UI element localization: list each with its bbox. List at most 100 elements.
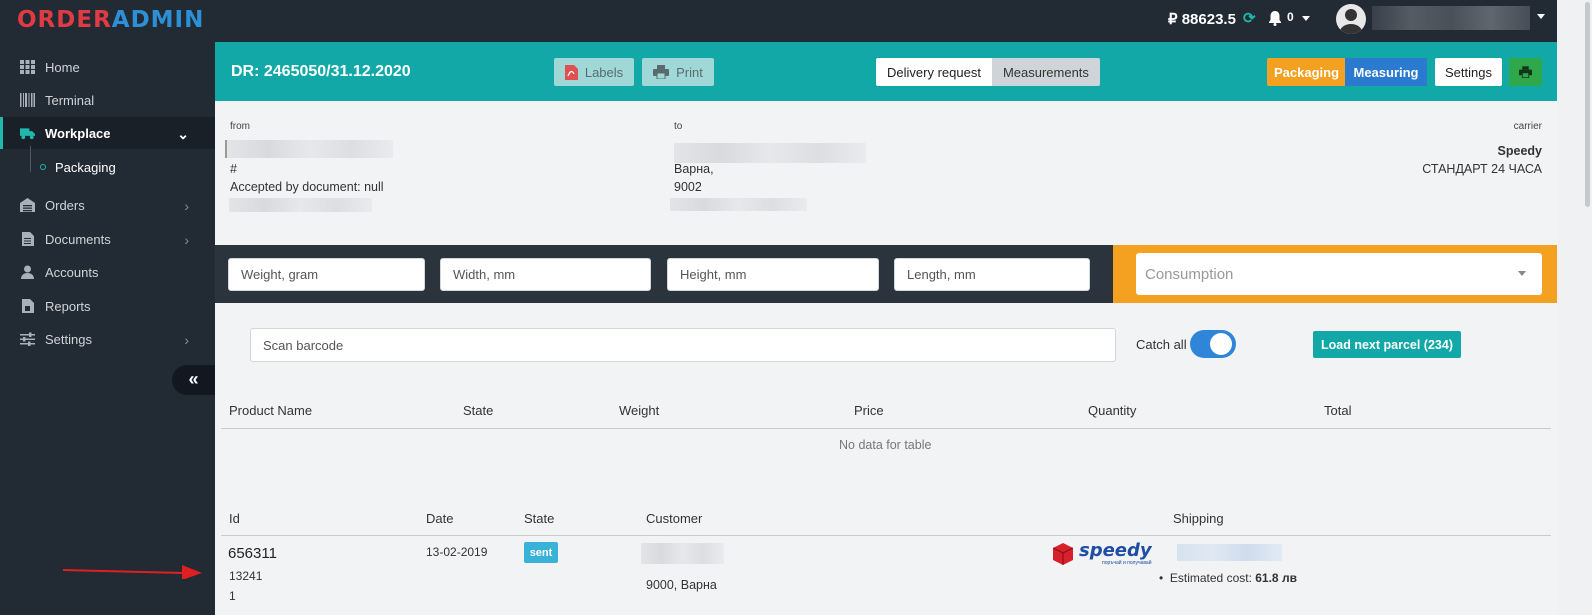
chevron-right-icon: › — [184, 332, 189, 348]
collapse-sidebar-button[interactable]: « — [172, 365, 215, 395]
estimated-cost-label: Estimated cost: — [1169, 571, 1256, 585]
username-redacted[interactable] — [1372, 6, 1530, 30]
app-logo[interactable]: ORDERADMIN — [17, 7, 204, 33]
truck-icon — [20, 128, 35, 140]
notification-count: 0 — [1287, 10, 1294, 24]
speedy-logo-cube-icon — [1053, 543, 1073, 565]
accepted-by-document: Accepted by document: null — [230, 180, 384, 194]
height-input[interactable]: Height, mm — [667, 258, 879, 291]
barcode-icon — [20, 93, 35, 107]
order-sub-id: 13241 — [229, 569, 263, 583]
tracking-redacted[interactable] — [1177, 544, 1282, 561]
column-header-customer[interactable]: Customer — [646, 511, 702, 526]
sidebar-item-label: Workplace — [45, 125, 111, 141]
tab-measurements[interactable]: Measurements — [991, 58, 1100, 86]
avatar[interactable] — [1336, 4, 1366, 34]
carrier-service: СТАНДАРТ 24 ЧАСА — [1422, 162, 1542, 176]
warehouse-icon — [20, 198, 35, 212]
catch-all-label: Catch all — [1136, 337, 1187, 352]
column-header-state[interactable]: State — [524, 511, 554, 526]
carrier-label: carrier — [1513, 121, 1542, 132]
circle-icon — [40, 164, 46, 170]
recipient-zip: 9002 — [674, 180, 702, 194]
view-tabs: Delivery request Measurements — [876, 58, 1100, 86]
from-label: from — [230, 121, 250, 132]
sidebar-item-accounts[interactable]: Accounts — [0, 256, 215, 288]
column-header-price[interactable]: Price — [854, 403, 884, 418]
sidebar-item-orders[interactable]: Orders › — [0, 189, 215, 221]
sender-hash: # — [230, 162, 237, 176]
order-count: 1 — [229, 589, 236, 603]
catch-all-toggle[interactable] — [1190, 330, 1236, 358]
print-button[interactable]: Print — [642, 58, 714, 86]
grid-icon — [20, 60, 35, 74]
sidebar-item-terminal[interactable]: Terminal — [0, 84, 215, 116]
divider — [221, 535, 1551, 536]
document-icon — [22, 232, 34, 246]
sidebar-item-label: Packaging — [55, 159, 116, 175]
width-input[interactable]: Width, mm — [440, 258, 651, 291]
print-label: Print — [676, 64, 703, 80]
column-header-weight[interactable]: Weight — [619, 403, 659, 418]
print-green-button[interactable] — [1509, 58, 1542, 86]
column-header-product[interactable]: Product Name — [229, 403, 312, 418]
sidebar-item-label: Terminal — [45, 92, 95, 108]
refresh-icon[interactable]: ⟳ — [1243, 9, 1256, 27]
printer-icon — [1519, 66, 1532, 78]
column-header-quantity[interactable]: Quantity — [1088, 403, 1136, 418]
printer-icon — [653, 65, 670, 79]
order-id[interactable]: 656311 — [228, 545, 277, 562]
document-header: DR: 2465050/31.12.2020 Labels Print Deli… — [215, 42, 1557, 101]
consumption-select[interactable]: Consumption — [1136, 253, 1542, 295]
delivery-info: from # Accepted by document: null to Вар… — [215, 101, 1557, 245]
column-header-date[interactable]: Date — [426, 511, 453, 526]
balance-display: ₽ 88623.5 — [1168, 11, 1236, 28]
chevron-right-icon: › — [184, 232, 189, 248]
sidebar-item-workplace[interactable]: Workplace ⌄ — [0, 117, 215, 149]
tab-delivery-request[interactable]: Delivery request — [876, 58, 992, 86]
recipient-city: Варна, — [674, 162, 714, 176]
sidebar-item-settings[interactable]: Settings › — [0, 323, 215, 355]
sender-redacted — [225, 140, 393, 158]
sidebar-item-label: Orders — [45, 197, 85, 213]
toggle-knob — [1210, 333, 1232, 355]
sender-address-redacted — [229, 198, 372, 212]
pdf-icon — [564, 64, 578, 80]
length-input[interactable]: Length, mm — [894, 258, 1090, 291]
sidebar-item-label: Documents — [45, 231, 111, 247]
load-next-parcel-button[interactable]: Load next parcel (234) — [1313, 331, 1461, 358]
column-header-id[interactable]: Id — [229, 511, 240, 526]
sidebar-item-packaging[interactable]: Packaging — [0, 152, 215, 182]
weight-input[interactable]: Weight, gram — [228, 258, 425, 291]
chevron-down-icon[interactable] — [1302, 16, 1310, 21]
scroll-thumb[interactable] — [1585, 2, 1590, 207]
sidebar-item-documents[interactable]: Documents › — [0, 223, 215, 255]
packaging-button[interactable]: Packaging — [1267, 58, 1346, 86]
carrier-logo-tagline: поръчай и получавай — [1102, 560, 1152, 566]
labels-button[interactable]: Labels — [554, 58, 634, 86]
labels-label: Labels — [584, 64, 624, 80]
scan-barcode-input[interactable]: Scan barcode — [250, 328, 1116, 362]
sidebar-item-reports[interactable]: Reports — [0, 290, 215, 322]
customer-redacted — [641, 543, 724, 564]
carrier-logo: speedy — [1079, 540, 1152, 561]
carrier-name: Speedy — [1497, 144, 1542, 158]
red-arrow-annotation — [62, 565, 202, 579]
column-header-shipping[interactable]: Shipping — [1173, 511, 1224, 526]
chevron-down-icon: ⌄ — [177, 126, 189, 142]
sidebar-item-home[interactable]: Home — [0, 51, 215, 83]
column-header-total[interactable]: Total — [1324, 403, 1351, 418]
divider — [221, 428, 1551, 429]
estimated-cost-value: 61.8 лв — [1255, 571, 1297, 585]
column-header-state[interactable]: State — [463, 403, 493, 418]
page-title: DR: 2465050/31.12.2020 — [231, 63, 411, 80]
sidebar-item-label: Accounts — [45, 264, 99, 280]
chevron-down-icon[interactable] — [1537, 14, 1545, 19]
settings-button[interactable]: Settings — [1435, 58, 1502, 86]
bell-icon[interactable] — [1268, 10, 1282, 26]
sidebar-item-label: Settings — [45, 331, 92, 347]
measuring-button[interactable]: Measuring — [1345, 58, 1427, 86]
estimated-cost: • Estimated cost: 61.8 лв — [1159, 571, 1297, 585]
sidebar: Home Terminal Workplace ⌄ Packaging Orde… — [0, 42, 215, 615]
sidebar-item-label: Home — [45, 59, 80, 75]
